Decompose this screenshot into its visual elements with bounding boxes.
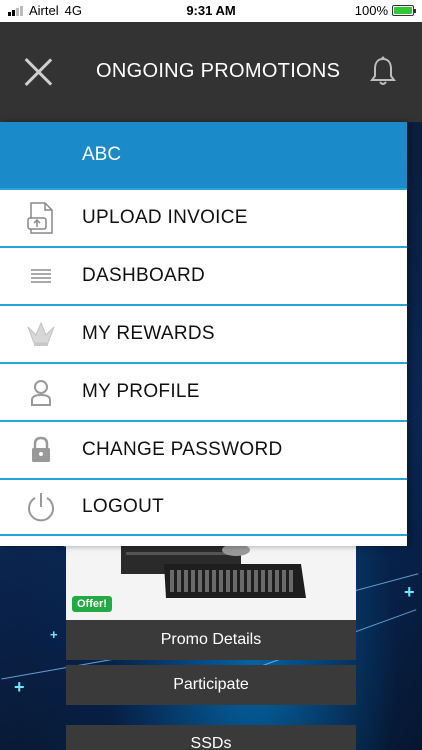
sparkle-icon: + xyxy=(14,677,25,697)
menu-item-logout[interactable]: LOGOUT xyxy=(0,478,407,536)
sparkle-icon: + xyxy=(50,627,58,642)
menu-item-my-rewards[interactable]: MY REWARDS xyxy=(0,304,407,362)
menu-item-my-profile[interactable]: MY PROFILE xyxy=(0,362,407,420)
page-title: ONGOING PROMOTIONS xyxy=(96,60,341,82)
user-name: ABC xyxy=(82,144,122,165)
menu-item-label: CHANGE PASSWORD xyxy=(82,439,283,460)
upload-invoice-icon xyxy=(24,201,58,235)
battery-info: 100% xyxy=(354,3,416,18)
menu-item-label: UPLOAD INVOICE xyxy=(82,207,248,228)
close-icon[interactable] xyxy=(22,56,54,88)
battery-percent: 100% xyxy=(354,3,388,18)
offer-badge: Offer! xyxy=(72,596,112,612)
category-ssds-button[interactable]: SSDs xyxy=(66,725,356,750)
menu-item-upload-invoice[interactable]: UPLOAD INVOICE xyxy=(0,188,407,246)
drawer-user-header: ABC xyxy=(0,122,407,188)
navigation-drawer: ABC UPLOAD INVOICE DASHBOARD MY REWARDS … xyxy=(0,122,407,546)
list-icon xyxy=(24,259,58,293)
menu-item-change-password[interactable]: CHANGE PASSWORD xyxy=(0,420,407,478)
promo-image[interactable]: Offer! xyxy=(66,546,356,620)
bell-icon[interactable] xyxy=(368,56,398,88)
promo-details-button[interactable]: Promo Details xyxy=(66,620,356,660)
sparkle-icon: + xyxy=(404,582,415,602)
lock-icon xyxy=(24,433,58,467)
app-header: ONGOING PROMOTIONS xyxy=(0,22,422,122)
user-icon xyxy=(24,375,58,409)
menu-item-dashboard[interactable]: DASHBOARD xyxy=(0,246,407,304)
menu-item-label: MY PROFILE xyxy=(82,381,200,402)
menu-item-label: MY REWARDS xyxy=(82,323,215,344)
battery-icon xyxy=(392,5,416,16)
menu-item-label: LOGOUT xyxy=(82,496,165,517)
crown-icon xyxy=(24,317,58,351)
power-icon xyxy=(24,490,58,524)
status-bar: Airtel 4G 9:31 AM 100% xyxy=(0,0,422,22)
menu-item-label: DASHBOARD xyxy=(82,265,206,286)
participate-button[interactable]: Participate xyxy=(66,665,356,705)
